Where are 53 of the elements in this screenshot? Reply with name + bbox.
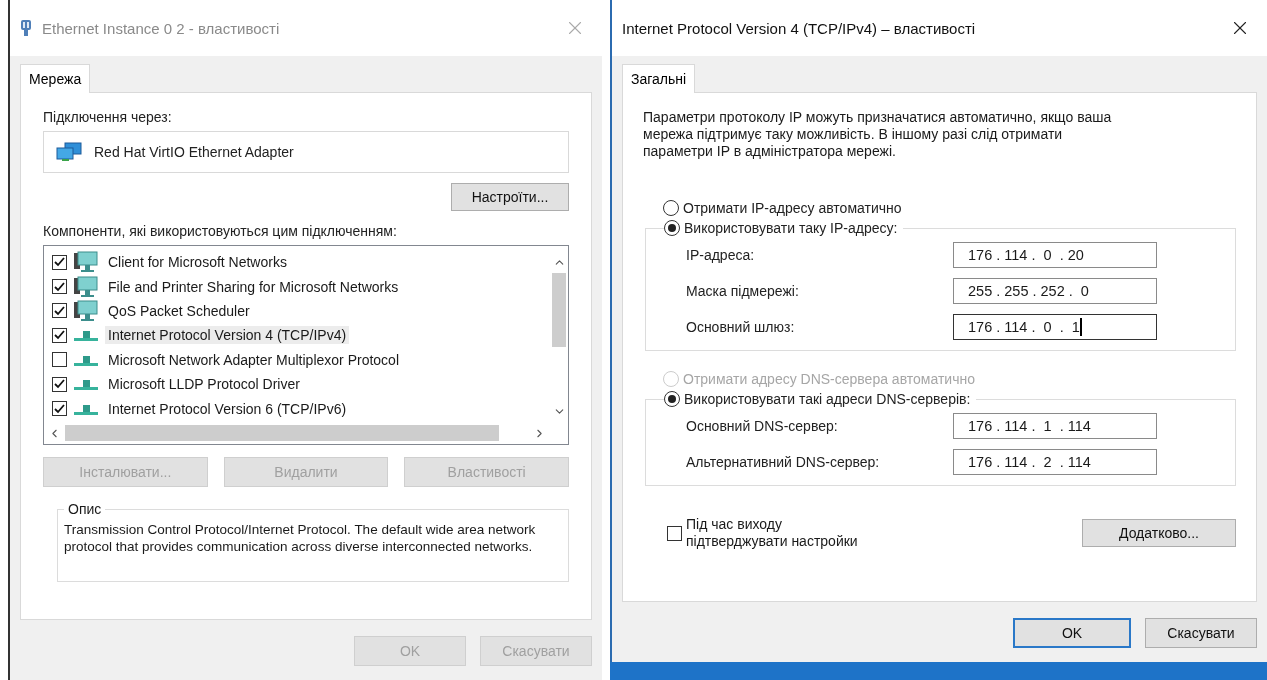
- tab[interactable]: Мережа: [20, 64, 91, 93]
- checkbox[interactable]: [52, 401, 67, 417]
- ip-address-field[interactable]: 176 . 114 . 1 . 114: [953, 413, 1157, 439]
- checkbox[interactable]: [52, 327, 67, 343]
- ip-address-field[interactable]: 176 . 114 . 0 . 20: [953, 242, 1157, 268]
- field-label: IP-адреса:: [686, 247, 755, 263]
- advanced-button[interactable]: Додатково...: [1082, 519, 1236, 547]
- checkbox[interactable]: [52, 254, 67, 270]
- configure-button[interactable]: Настроїти...: [451, 183, 569, 211]
- radio-label[interactable]: Використовувати таку IP-адресу:: [684, 220, 898, 236]
- radio-button[interactable]: [664, 391, 680, 407]
- checkbox[interactable]: [52, 376, 67, 392]
- network-protocol-icon: [73, 328, 99, 343]
- component-item[interactable]: Internet Protocol Version 4 (TCP/IPv4): [105, 326, 350, 345]
- component-item[interactable]: File and Printer Sharing for Microsoft Networks: [105, 277, 402, 296]
- radio-label[interactable]: Використовувати такі адреси DNS-серверів:: [684, 391, 971, 407]
- network-protocol-icon: [73, 377, 99, 392]
- computer-icon: [73, 251, 99, 274]
- component-item[interactable]: Microsoft LLDP Protocol Driver: [105, 375, 303, 394]
- computer-icon: [73, 275, 99, 298]
- checkbox[interactable]: [52, 352, 67, 368]
- window-title: Ethernet Instance 0 2 - властивості: [42, 19, 281, 37]
- description-text: Transmission Control Protocol/Internet Protocol. The default wide area network protocol that provides communication across diverse interconnected networks.: [64, 521, 537, 555]
- field-label: Альтернативний DNS-сервер:: [686, 454, 880, 470]
- field-label: Основний DNS-сервер:: [686, 418, 838, 434]
- checkbox[interactable]: [52, 279, 67, 295]
- component-item[interactable]: QoS Packet Scheduler: [105, 301, 253, 320]
- cancel-button[interactable]: Скасувати: [1145, 618, 1257, 648]
- window-title: Internet Protocol Version 4 (TCP/IPv4) – властивості: [622, 19, 977, 37]
- components-label: Компоненти, які використовуються цим підключенням:: [43, 223, 398, 239]
- computer-icon: [73, 299, 99, 322]
- tab[interactable]: Загальні: [622, 64, 696, 93]
- ip-address-field[interactable]: 176 . 114 . 2 . 114: [953, 449, 1157, 475]
- adapter-name: Red Hat VirtIO Ethernet Adapter: [94, 144, 294, 160]
- ip-address-field[interactable]: 176 . 114 . 0 . 1: [953, 314, 1157, 340]
- component-item[interactable]: Client for Microsoft Networks: [105, 253, 290, 272]
- network-adapter-icon: [56, 142, 82, 162]
- field-label: Маска підмережі:: [686, 283, 799, 299]
- connect-label: Підключення через:: [43, 109, 173, 125]
- intro-text: Параметри протоколу IP можуть призначатися автоматично, якщо ваша мережа підтримує таку можливість. В іншому разі слід отримати параметри IP в адміністратора мережі.: [643, 109, 1113, 160]
- ip-address-field[interactable]: 255 . 255 . 252 . 0: [953, 278, 1157, 304]
- component-item[interactable]: Internet Protocol Version 6 (TCP/IPv6): [105, 399, 350, 418]
- validate-label[interactable]: Під час виходу підтверджувати настройки: [686, 516, 876, 550]
- radio-button[interactable]: [664, 220, 680, 236]
- network-plug-icon: [20, 19, 32, 37]
- ok-button[interactable]: OK: [1013, 618, 1131, 648]
- validate-checkbox[interactable]: [667, 525, 682, 541]
- description-legend: Опис: [64, 501, 106, 517]
- radio-button[interactable]: [663, 200, 679, 216]
- component-item[interactable]: Microsoft Network Adapter Multiplexor Protocol: [105, 350, 402, 369]
- checkbox[interactable]: [52, 303, 67, 319]
- radio-label[interactable]: Отримати IP-адресу автоматично: [683, 200, 902, 216]
- field-label: Основний шлюз:: [686, 319, 795, 335]
